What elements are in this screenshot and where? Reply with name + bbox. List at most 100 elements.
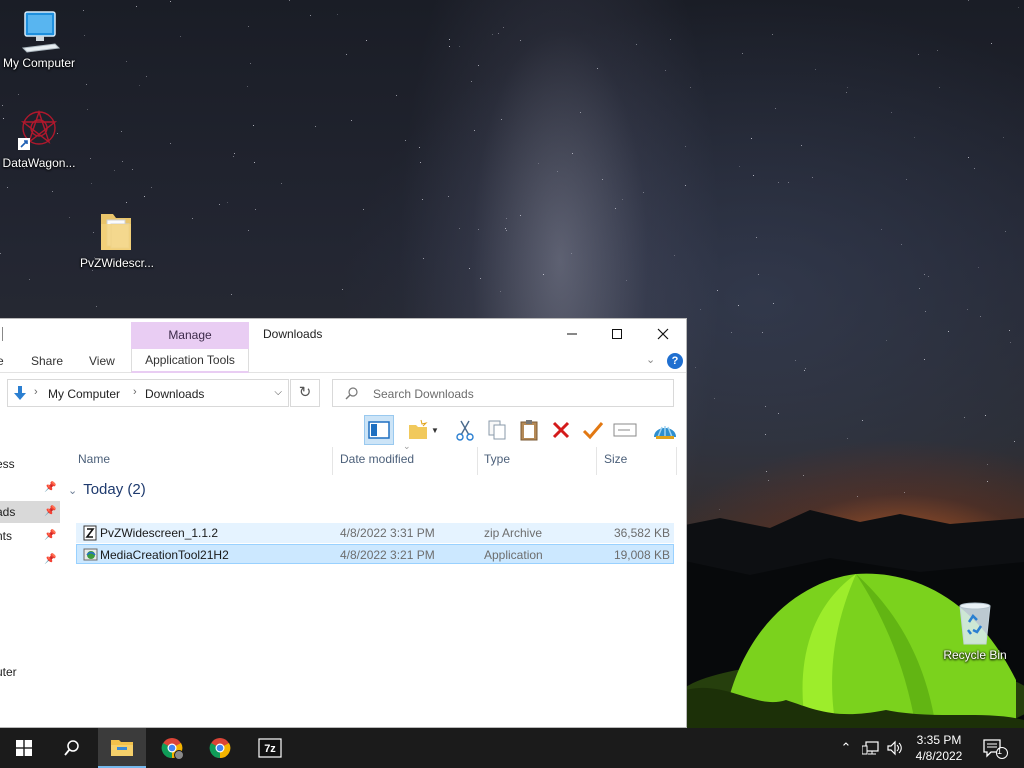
nav-item-downloads[interactable]: ads 📌: [0, 501, 60, 523]
star-dot: [538, 163, 539, 164]
nav-item-quick-access[interactable]: ess: [0, 453, 60, 475]
system-clock[interactable]: 3:35 PM 4/8/2022: [906, 732, 972, 764]
column-divider[interactable]: [676, 447, 677, 475]
refresh-button[interactable]: ↻: [290, 379, 320, 407]
delete-button[interactable]: [546, 415, 576, 445]
copy-button[interactable]: [482, 415, 512, 445]
star-dot: [805, 368, 806, 369]
minimize-button[interactable]: [549, 319, 595, 349]
action-center-button[interactable]: 1: [978, 728, 1012, 768]
navigation-pane: ess 📌 ads 📌 nts 📌 📌 uter: [0, 447, 62, 727]
file-row[interactable]: MediaCreationTool21H2 4/8/2022 3:21 PM A…: [76, 544, 674, 564]
tab-home-partial[interactable]: e: [0, 354, 4, 368]
chrome-profile-taskbar-button[interactable]: [148, 728, 196, 768]
manage-context-tab[interactable]: Manage: [131, 322, 249, 349]
close-button[interactable]: [640, 319, 686, 349]
star-dot: [742, 53, 743, 54]
tab-share[interactable]: Share: [31, 354, 63, 368]
star-dot: [918, 54, 919, 55]
star-dot: [804, 370, 805, 371]
delete-x-icon: [552, 421, 570, 439]
star-dot: [449, 46, 450, 47]
desktop-icon-datawagon[interactable]: DataWagon...: [0, 106, 84, 170]
column-divider[interactable]: [477, 447, 478, 475]
star-dot: [636, 44, 637, 45]
desktop-icon-pvzwidescreen-folder[interactable]: PvZWidescr...: [72, 206, 162, 270]
star-dot: [231, 294, 232, 295]
file-date: 4/8/2022 3:21 PM: [340, 548, 435, 562]
cut-button[interactable]: [450, 415, 480, 445]
star-dot: [86, 84, 87, 85]
show-hidden-icons-button[interactable]: ⌃: [836, 728, 856, 768]
star-dot: [597, 68, 598, 69]
star-dot: [717, 290, 718, 291]
star-dot: [857, 496, 858, 497]
breadcrumb-downloads[interactable]: Downloads: [145, 387, 204, 401]
star-dot: [1009, 330, 1010, 331]
breadcrumb-my-computer[interactable]: My Computer: [48, 387, 120, 401]
new-folder-dropdown[interactable]: ▼: [428, 415, 442, 445]
star-dot: [234, 153, 235, 154]
scissors-icon: [456, 420, 474, 441]
star-dot: [69, 217, 70, 218]
desktop-icon-my-computer[interactable]: My Computer: [0, 8, 84, 70]
star-dot: [914, 137, 915, 138]
search-box[interactable]: Search Downloads: [332, 379, 674, 407]
star-dot: [987, 464, 988, 465]
star-dot: [144, 196, 145, 197]
nav-item-my-computer[interactable]: uter: [0, 661, 60, 683]
column-type[interactable]: Type: [484, 452, 510, 466]
file-explorer-taskbar-button[interactable]: [98, 728, 146, 768]
desktop-icon-label: PvZWidescr...: [79, 256, 154, 270]
nav-item-documents[interactable]: nts 📌: [0, 525, 60, 547]
nav-item-desktop[interactable]: 📌: [0, 477, 60, 499]
search-placeholder: Search Downloads: [373, 387, 474, 401]
properties-check-button[interactable]: [578, 415, 608, 445]
rename-button[interactable]: [610, 415, 640, 445]
star-dot: [478, 229, 479, 230]
tab-view[interactable]: View: [89, 354, 115, 368]
star-dot: [1014, 441, 1015, 442]
desktop-icon-recycle-bin[interactable]: Recycle Bin: [930, 600, 1020, 662]
star-dot: [448, 196, 449, 197]
search-icon: [64, 740, 79, 756]
column-date-modified[interactable]: Date modified: [340, 452, 414, 466]
column-size[interactable]: Size: [604, 452, 627, 466]
column-divider[interactable]: [596, 447, 597, 475]
star-dot: [420, 162, 421, 163]
star-dot: [738, 305, 739, 306]
star-dot: [52, 191, 53, 192]
nav-item-pictures[interactable]: 📌: [0, 549, 60, 571]
column-name[interactable]: Name: [78, 452, 110, 466]
file-row[interactable]: PvZWidescreen_1.1.2 4/8/2022 3:31 PM zip…: [76, 523, 674, 543]
start-button[interactable]: [0, 728, 48, 768]
7zip-taskbar-button[interactable]: 7z: [246, 728, 294, 768]
star-dot: [96, 306, 97, 307]
address-history-dropdown-icon[interactable]: ⌵: [274, 387, 282, 398]
star-dot: [87, 109, 88, 110]
chrome-profile-icon: [161, 738, 184, 760]
chrome-taskbar-button[interactable]: [196, 728, 244, 768]
shell-button[interactable]: [650, 415, 680, 445]
group-header-today[interactable]: ⌄ Today (2): [68, 481, 146, 498]
maximize-button[interactable]: [594, 319, 640, 349]
ribbon-expand-icon[interactable]: ⌄: [646, 353, 655, 366]
star-dot: [974, 168, 975, 169]
star-dot: [967, 309, 968, 310]
tab-application-tools[interactable]: Application Tools: [131, 349, 249, 373]
network-tray-button[interactable]: [860, 728, 882, 768]
search-taskbar-button[interactable]: [48, 728, 96, 768]
volume-tray-button[interactable]: [884, 728, 906, 768]
star-dot: [919, 288, 920, 289]
title-bar[interactable]: Manage Downloads: [0, 319, 686, 349]
paste-button[interactable]: [514, 415, 544, 445]
address-bar[interactable]: › My Computer › Downloads ⌵: [7, 379, 289, 407]
star-dot: [227, 202, 228, 203]
preview-pane-button[interactable]: [364, 415, 394, 445]
star-dot: [459, 228, 460, 229]
help-icon[interactable]: ?: [667, 353, 683, 369]
column-divider[interactable]: [332, 447, 333, 475]
star-dot: [136, 6, 137, 7]
star-dot: [772, 34, 773, 35]
taskbar: 7z ⌃ 3:35 PM 4/8/2022 1: [0, 728, 1024, 768]
